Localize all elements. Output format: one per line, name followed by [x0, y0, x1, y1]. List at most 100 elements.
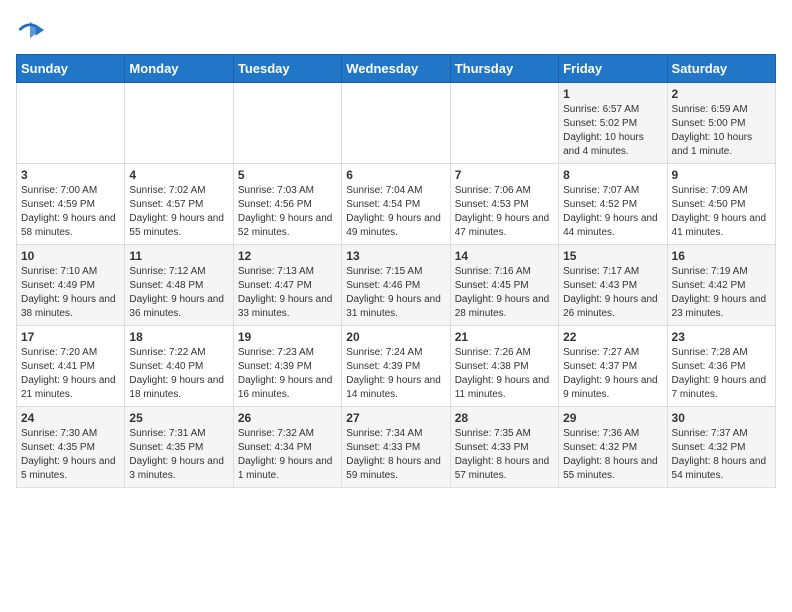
day-content: Sunrise: 7:36 AM Sunset: 4:32 PM Dayligh… [563, 427, 662, 483]
day-number: 20 [346, 330, 445, 344]
day-content: Sunrise: 7:02 AM Sunset: 4:57 PM Dayligh… [129, 184, 228, 240]
calendar-cell: 8Sunrise: 7:07 AM Sunset: 4:52 PM Daylig… [559, 164, 667, 245]
day-number: 2 [672, 87, 771, 101]
calendar-cell: 18 Sunrise: 7:22 AM Sunset: 4:40 PM Dayli… [125, 326, 233, 407]
calendar-cell: 22Sunrise: 7:27 AM Sunset: 4:37 PM Dayli… [559, 326, 667, 407]
day-content: Sunrise: 7:31 AM Sunset: 4:35 PM Dayligh… [129, 427, 228, 483]
day-number: 16 [672, 249, 771, 263]
day-content: Sunrise: 7:06 AM Sunset: 4:53 PM Dayligh… [455, 184, 554, 240]
calendar-cell: 26 Sunrise: 7:32 AM Sunset: 4:34 PM Dayli… [233, 407, 341, 488]
calendar-cell: 12 Sunrise: 7:13 AM Sunset: 4:47 PM Dayli… [233, 245, 341, 326]
calendar-cell: 5 Sunrise: 7:03 AM Sunset: 4:56 PM Daylig… [233, 164, 341, 245]
day-number: 15 [563, 249, 662, 263]
day-number: 4 [129, 168, 228, 182]
calendar-cell: 7 Sunrise: 7:06 AM Sunset: 4:53 PM Daylig… [450, 164, 558, 245]
week-row-4: 17 Sunrise: 7:20 AM Sunset: 4:41 PM Dayli… [17, 326, 776, 407]
day-content: Sunrise: 7:04 AM Sunset: 4:54 PM Dayligh… [346, 184, 445, 240]
day-content: Sunrise: 7:20 AM Sunset: 4:41 PM Dayligh… [21, 346, 120, 402]
day-content: Sunrise: 7:19 AM Sunset: 4:42 PM Dayligh… [672, 265, 771, 321]
week-row-1: 1 Sunrise: 6:57 AM Sunset: 5:02 PM Daylig… [17, 83, 776, 164]
header-row: SundayMondayTuesdayWednesdayThursdayFrid… [17, 55, 776, 83]
day-number: 25 [129, 411, 228, 425]
calendar-cell: 15 Sunrise: 7:17 AM Sunset: 4:43 PM Dayli… [559, 245, 667, 326]
day-number: 6 [346, 168, 445, 182]
day-content: Sunrise: 7:00 AM Sunset: 4:59 PM Dayligh… [21, 184, 120, 240]
calendar-cell: 23 Sunrise: 7:28 AM Sunset: 4:36 PM Dayli… [667, 326, 775, 407]
header-day-wednesday: Wednesday [342, 55, 450, 83]
calendar-cell [233, 83, 341, 164]
day-number: 26 [238, 411, 337, 425]
day-number: 28 [455, 411, 554, 425]
week-row-5: 24 Sunrise: 7:30 AM Sunset: 4:35 PM Dayli… [17, 407, 776, 488]
calendar-cell: 20 Sunrise: 7:24 AM Sunset: 4:39 PM Dayli… [342, 326, 450, 407]
header [16, 16, 776, 44]
day-content: Sunrise: 7:09 AM Sunset: 4:50 PM Dayligh… [672, 184, 771, 240]
calendar-cell [450, 83, 558, 164]
day-content: Sunrise: 7:24 AM Sunset: 4:39 PM Dayligh… [346, 346, 445, 402]
day-number: 13 [346, 249, 445, 263]
calendar-table: SundayMondayTuesdayWednesdayThursdayFrid… [16, 54, 776, 488]
calendar-cell: 13 Sunrise: 7:15 AM Sunset: 4:46 PM Dayli… [342, 245, 450, 326]
day-content: Sunrise: 7:22 AM Sunset: 4:40 PM Dayligh… [129, 346, 228, 402]
week-row-2: 3Sunrise: 7:00 AM Sunset: 4:59 PM Daylig… [17, 164, 776, 245]
calendar-cell: 9 Sunrise: 7:09 AM Sunset: 4:50 PM Daylig… [667, 164, 775, 245]
day-content: Sunrise: 7:30 AM Sunset: 4:35 PM Dayligh… [21, 427, 120, 483]
day-number: 1 [563, 87, 662, 101]
day-number: 7 [455, 168, 554, 182]
calendar-cell: 16 Sunrise: 7:19 AM Sunset: 4:42 PM Dayli… [667, 245, 775, 326]
calendar-cell: 10 Sunrise: 7:10 AM Sunset: 4:49 PM Dayli… [17, 245, 125, 326]
header-day-friday: Friday [559, 55, 667, 83]
day-number: 19 [238, 330, 337, 344]
header-day-thursday: Thursday [450, 55, 558, 83]
calendar-cell: 30Sunrise: 7:37 AM Sunset: 4:32 PM Dayli… [667, 407, 775, 488]
day-number: 24 [21, 411, 120, 425]
calendar-cell: 4 Sunrise: 7:02 AM Sunset: 4:57 PM Daylig… [125, 164, 233, 245]
day-content: Sunrise: 7:16 AM Sunset: 4:45 PM Dayligh… [455, 265, 554, 321]
calendar-cell: 28Sunrise: 7:35 AM Sunset: 4:33 PM Dayli… [450, 407, 558, 488]
calendar-cell: 6 Sunrise: 7:04 AM Sunset: 4:54 PM Daylig… [342, 164, 450, 245]
day-number: 23 [672, 330, 771, 344]
calendar-cell [17, 83, 125, 164]
calendar-cell [342, 83, 450, 164]
day-content: Sunrise: 7:37 AM Sunset: 4:32 PM Dayligh… [672, 427, 771, 483]
day-number: 14 [455, 249, 554, 263]
logo [16, 16, 48, 44]
day-number: 10 [21, 249, 120, 263]
day-content: Sunrise: 7:28 AM Sunset: 4:36 PM Dayligh… [672, 346, 771, 402]
calendar-cell: 24 Sunrise: 7:30 AM Sunset: 4:35 PM Dayli… [17, 407, 125, 488]
day-number: 27 [346, 411, 445, 425]
calendar-cell: 17 Sunrise: 7:20 AM Sunset: 4:41 PM Dayli… [17, 326, 125, 407]
day-content: Sunrise: 7:03 AM Sunset: 4:56 PM Dayligh… [238, 184, 337, 240]
day-number: 9 [672, 168, 771, 182]
calendar-cell: 14 Sunrise: 7:16 AM Sunset: 4:45 PM Dayli… [450, 245, 558, 326]
day-number: 5 [238, 168, 337, 182]
day-content: Sunrise: 7:13 AM Sunset: 4:47 PM Dayligh… [238, 265, 337, 321]
calendar-cell: 21 Sunrise: 7:26 AM Sunset: 4:38 PM Dayli… [450, 326, 558, 407]
calendar-cell: 11Sunrise: 7:12 AM Sunset: 4:48 PM Dayli… [125, 245, 233, 326]
day-number: 18 [129, 330, 228, 344]
day-number: 17 [21, 330, 120, 344]
day-content: Sunrise: 7:12 AM Sunset: 4:48 PM Dayligh… [129, 265, 228, 321]
day-content: Sunrise: 7:17 AM Sunset: 4:43 PM Dayligh… [563, 265, 662, 321]
day-content: Sunrise: 7:23 AM Sunset: 4:39 PM Dayligh… [238, 346, 337, 402]
day-content: Sunrise: 7:27 AM Sunset: 4:37 PM Dayligh… [563, 346, 662, 402]
day-content: Sunrise: 7:10 AM Sunset: 4:49 PM Dayligh… [21, 265, 120, 321]
day-number: 21 [455, 330, 554, 344]
day-content: Sunrise: 7:15 AM Sunset: 4:46 PM Dayligh… [346, 265, 445, 321]
header-day-sunday: Sunday [17, 55, 125, 83]
calendar-cell: 1 Sunrise: 6:57 AM Sunset: 5:02 PM Daylig… [559, 83, 667, 164]
day-content: Sunrise: 7:07 AM Sunset: 4:52 PM Dayligh… [563, 184, 662, 240]
day-content: Sunrise: 7:26 AM Sunset: 4:38 PM Dayligh… [455, 346, 554, 402]
day-number: 12 [238, 249, 337, 263]
day-number: 29 [563, 411, 662, 425]
day-content: Sunrise: 7:32 AM Sunset: 4:34 PM Dayligh… [238, 427, 337, 483]
header-day-tuesday: Tuesday [233, 55, 341, 83]
header-day-monday: Monday [125, 55, 233, 83]
calendar-cell: 2Sunrise: 6:59 AM Sunset: 5:00 PM Daylig… [667, 83, 775, 164]
day-content: Sunrise: 6:57 AM Sunset: 5:02 PM Dayligh… [563, 103, 662, 159]
calendar-cell: 19 Sunrise: 7:23 AM Sunset: 4:39 PM Dayli… [233, 326, 341, 407]
calendar-cell: 29 Sunrise: 7:36 AM Sunset: 4:32 PM Dayli… [559, 407, 667, 488]
header-day-saturday: Saturday [667, 55, 775, 83]
day-content: Sunrise: 7:34 AM Sunset: 4:33 PM Dayligh… [346, 427, 445, 483]
calendar-cell: 3Sunrise: 7:00 AM Sunset: 4:59 PM Daylig… [17, 164, 125, 245]
